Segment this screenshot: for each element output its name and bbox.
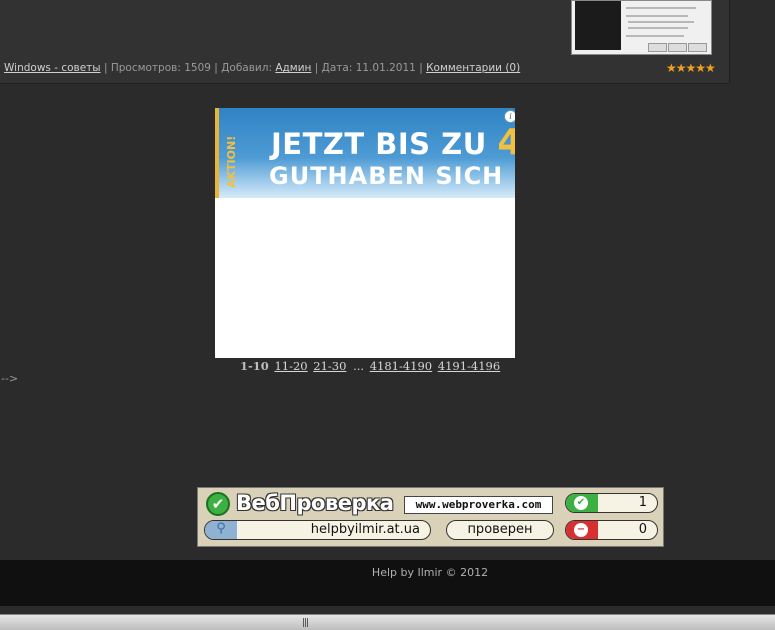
thumbnail-text-line <box>626 15 688 17</box>
ad-banner[interactable]: AKTION! JETZT BIS ZU 4 GUTHABEN SICH i <box>215 108 515 198</box>
date-label: Дата: <box>321 62 353 74</box>
author-link[interactable]: Админ <box>275 62 311 74</box>
search-icon: ⚲ <box>216 521 226 536</box>
ad-aktion-label: AKTION! <box>225 135 238 188</box>
stray-comment-text: --> <box>1 372 19 385</box>
checked-site[interactable]: ⚲ helpbyilmir.at.ua <box>204 520 431 540</box>
pagination-link[interactable]: 11-20 <box>274 359 307 373</box>
ad-info-icon[interactable]: i <box>504 110 515 123</box>
negative-votes[interactable]: − 0 <box>565 520 658 540</box>
positive-count: 1 <box>638 495 647 510</box>
thumbnail-dark-panel <box>575 1 621 50</box>
webproverka-title: ВебПроверка <box>236 491 394 515</box>
article-meta: Windows - советы | Просмотров: 1509 | До… <box>4 62 521 74</box>
advertisement[interactable]: AKTION! JETZT BIS ZU 4 GUTHABEN SICH i <box>215 108 515 358</box>
rating-stars: ★★★★★ <box>666 61 716 75</box>
views-label: Просмотров: <box>110 62 181 74</box>
checked-site-name: helpbyilmir.at.ua <box>310 522 420 537</box>
thumbnail-text-line <box>626 35 684 37</box>
thumbnail-button <box>648 43 667 52</box>
category-link[interactable]: Windows - советы <box>4 62 101 74</box>
check-icon: ✔ <box>206 492 230 516</box>
thumbnail-text-line <box>626 7 696 9</box>
article-border <box>729 0 730 83</box>
pagination-ellipsis: ... <box>353 359 365 373</box>
thumbnail-button <box>668 43 687 52</box>
minus-icon: − <box>574 523 588 537</box>
positive-votes[interactable]: ✔ 1 <box>565 493 658 513</box>
status-badge[interactable]: проверен <box>446 520 554 540</box>
ad-headline: JETZT BIS ZU 4 <box>271 122 515 163</box>
footer-copyright: Help by Ilmir © 2012 <box>371 566 489 579</box>
webproverka-url[interactable]: www.webproverka.com <box>404 496 553 514</box>
thumbnail-button <box>688 43 707 52</box>
pagination-link[interactable]: 4181-4190 <box>370 359 432 373</box>
check-icon: ✔ <box>574 496 588 510</box>
pagination-link[interactable]: 4191-4196 <box>438 359 500 373</box>
views-count: 1509 <box>184 62 211 74</box>
ad-number: 4 <box>497 122 515 163</box>
horizontal-scrollbar[interactable] <box>0 614 775 630</box>
pagination: 1-10 11-20 21-30 ... 4181-4190 4191-4196 <box>240 359 500 373</box>
thumbnail-text-line <box>628 27 688 29</box>
added-label: Добавил: <box>221 62 272 74</box>
pagination-current: 1-10 <box>240 359 269 373</box>
scrollbar-grip-icon[interactable]: ||| <box>302 618 309 628</box>
ad-subline: GUTHABEN SICH <box>269 162 504 190</box>
article-screenshot-thumbnail[interactable] <box>571 0 712 55</box>
negative-count: 0 <box>638 522 647 537</box>
date-value: 11.01.2011 <box>355 62 416 74</box>
comments-link[interactable]: Комментарии (0) <box>426 62 520 74</box>
webproverka-widget[interactable]: ✔ ВебПроверка www.webproverka.com ✔ 1 − … <box>197 487 664 547</box>
pagination-link[interactable]: 21-30 <box>313 359 346 373</box>
thumbnail-text-line <box>628 21 694 23</box>
